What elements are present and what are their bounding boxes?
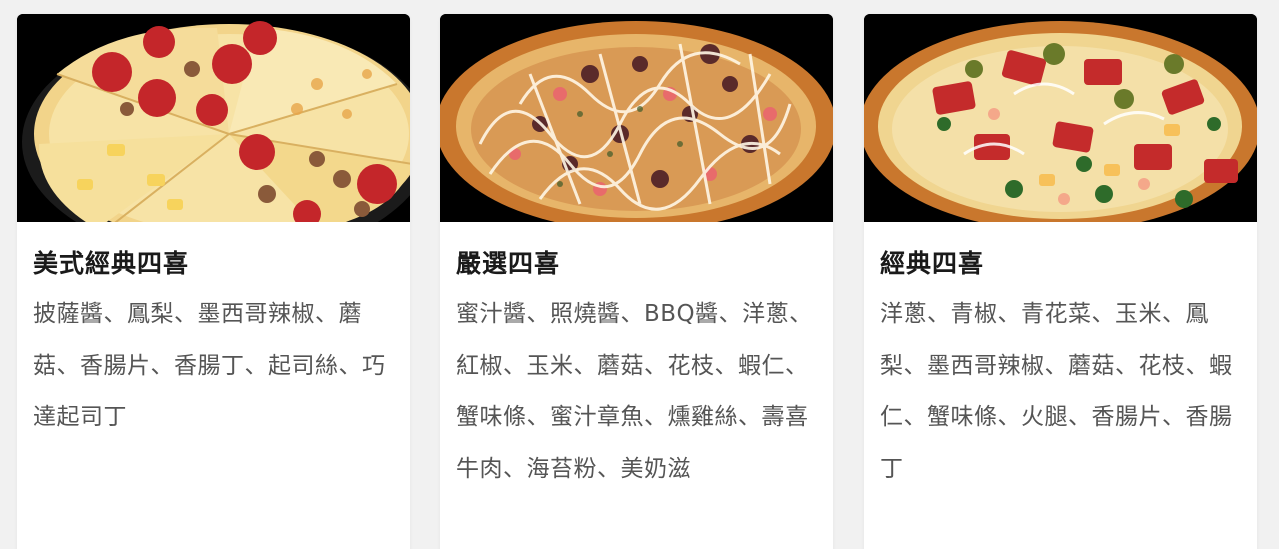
product-card[interactable]: 嚴選四喜 蜜汁醬、照燒醬、BBQ醬、洋蔥、紅椒、玉米、蘑菇、花枝、蝦仁、蟹味條、… bbox=[440, 14, 833, 549]
product-title[interactable]: 經典四喜 bbox=[864, 222, 1257, 281]
product-title[interactable]: 嚴選四喜 bbox=[440, 222, 833, 281]
product-card-list: 美式經典四喜 披薩醬、鳳梨、墨西哥辣椒、蘑菇、香腸片、香腸丁、起司絲、巧達起司丁 bbox=[0, 0, 1279, 549]
pizza-photo[interactable] bbox=[17, 14, 410, 222]
product-ingredients: 蜜汁醬、照燒醬、BBQ醬、洋蔥、紅椒、玉米、蘑菇、花枝、蝦仁、蟹味條、蜜汁章魚、… bbox=[456, 301, 813, 482]
pizza-photo[interactable] bbox=[440, 14, 833, 222]
product-card[interactable]: 經典四喜 洋蔥、青椒、青花菜、玉米、鳳梨、墨西哥辣椒、蘑菇、花枝、蝦仁、蟹味條、… bbox=[864, 14, 1257, 549]
product-card[interactable]: 美式經典四喜 披薩醬、鳳梨、墨西哥辣椒、蘑菇、香腸片、香腸丁、起司絲、巧達起司丁 bbox=[17, 14, 410, 549]
pizza-photo[interactable] bbox=[864, 14, 1257, 222]
pizza-illustration bbox=[17, 14, 410, 222]
pizza-illustration bbox=[864, 14, 1257, 222]
product-ingredients: 披薩醬、鳳梨、墨西哥辣椒、蘑菇、香腸片、香腸丁、起司絲、巧達起司丁 bbox=[33, 301, 386, 430]
pizza-illustration bbox=[440, 14, 833, 222]
product-title[interactable]: 美式經典四喜 bbox=[17, 222, 410, 281]
product-ingredients: 洋蔥、青椒、青花菜、玉米、鳳梨、墨西哥辣椒、蘑菇、花枝、蝦仁、蟹味條、火腿、香腸… bbox=[880, 301, 1233, 482]
